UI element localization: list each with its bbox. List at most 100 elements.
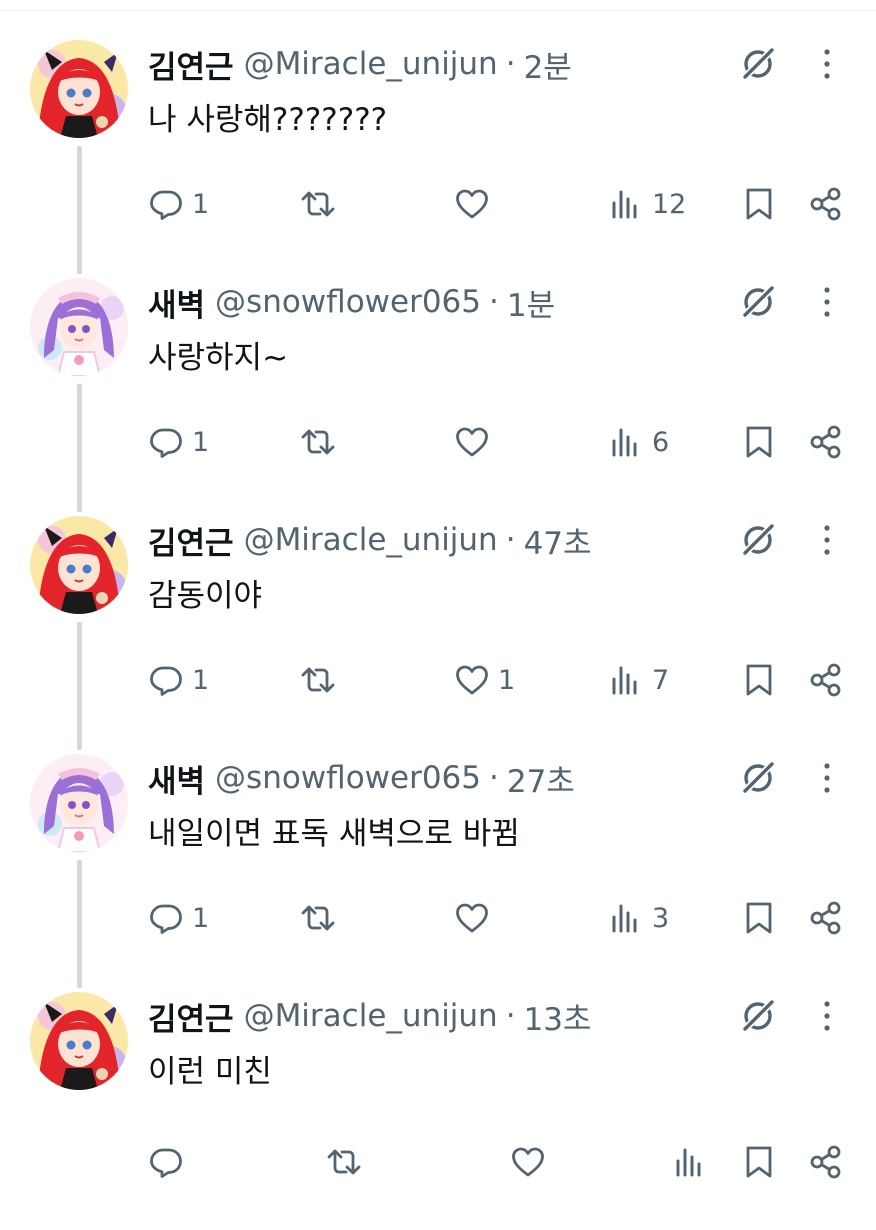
tweet-actions: 1 1 7 xyxy=(0,658,876,702)
grok-icon[interactable] xyxy=(738,996,778,1036)
like-button[interactable] xyxy=(454,420,498,464)
more-icon[interactable] xyxy=(814,998,840,1034)
timestamp[interactable]: 27초 xyxy=(507,756,575,801)
share-button[interactable] xyxy=(808,182,844,226)
tweet[interactable]: 김연근 @Miracle_unijun · 47초 감동이야 1 1 7 xyxy=(0,516,876,754)
author-name[interactable]: 새벽 xyxy=(148,280,205,325)
views-count: 12 xyxy=(652,188,687,220)
tweet-actions xyxy=(0,1140,876,1184)
timestamp[interactable]: 47초 xyxy=(524,518,592,563)
reply-count: 1 xyxy=(192,664,210,696)
retweet-button[interactable] xyxy=(300,182,344,226)
author-name[interactable]: 김연근 xyxy=(148,994,234,1039)
avatar-red-hair[interactable] xyxy=(30,40,128,138)
retweet-button[interactable] xyxy=(300,658,344,702)
tweet[interactable]: 김연근 @Miracle_unijun · 2분 나 사랑해??????? 1 … xyxy=(0,40,876,278)
more-icon[interactable] xyxy=(814,284,840,320)
heart-icon xyxy=(510,1144,546,1180)
retweet-button[interactable] xyxy=(300,420,344,464)
more-icon[interactable] xyxy=(814,760,840,796)
separator: · xyxy=(505,522,516,558)
tweet-text: 나 사랑해??????? xyxy=(148,102,388,138)
like-button[interactable] xyxy=(510,1140,554,1184)
bookmark-icon xyxy=(741,424,777,460)
retweet-button[interactable] xyxy=(300,896,344,940)
tweet[interactable]: 김연근 @Miracle_unijun · 13초 이런 미친 xyxy=(0,992,876,1230)
grok-icon[interactable] xyxy=(738,758,778,798)
bookmark-icon xyxy=(741,186,777,222)
reply-icon xyxy=(148,424,184,460)
views-button[interactable]: 12 xyxy=(608,182,686,226)
share-button[interactable] xyxy=(808,896,844,940)
bookmark-button[interactable] xyxy=(741,658,777,702)
bookmark-button[interactable] xyxy=(741,1140,777,1184)
separator: · xyxy=(489,284,499,320)
timestamp[interactable]: 1분 xyxy=(507,280,555,325)
tweet-header: 김연근 @Miracle_unijun · 47초 xyxy=(148,518,592,562)
more-icon[interactable] xyxy=(814,522,840,558)
tweet-text: 이런 미친 xyxy=(148,1054,272,1090)
separator: · xyxy=(505,46,516,82)
separator: · xyxy=(489,760,499,796)
grok-icon[interactable] xyxy=(738,282,778,322)
avatar-red-hair[interactable] xyxy=(30,992,128,1090)
views-icon xyxy=(608,186,644,222)
views-button[interactable]: 6 xyxy=(608,420,669,464)
share-button[interactable] xyxy=(808,1140,844,1184)
share-icon xyxy=(808,186,844,222)
author-name[interactable]: 김연근 xyxy=(148,42,234,87)
tweet-header: 김연근 @Miracle_unijun · 13초 xyxy=(148,994,592,1038)
views-icon xyxy=(608,662,644,698)
like-button[interactable] xyxy=(454,182,498,226)
avatar-red-hair[interactable] xyxy=(30,516,128,614)
author-handle[interactable]: @Miracle_unijun xyxy=(244,998,498,1034)
share-button[interactable] xyxy=(808,658,844,702)
reply-button[interactable]: 1 xyxy=(148,658,209,702)
retweet-icon xyxy=(300,900,336,936)
views-count: 6 xyxy=(652,426,670,458)
views-button[interactable]: 3 xyxy=(608,896,669,940)
retweet-icon xyxy=(300,662,336,698)
tweet[interactable]: 새벽 @snowflower065 · 27초 내일이면 표독 새벽으로 바뀜 xyxy=(0,754,876,992)
author-name[interactable]: 김연근 xyxy=(148,518,234,563)
reply-icon xyxy=(148,662,184,698)
tweet-actions: 1 xyxy=(0,896,876,940)
bookmark-button[interactable] xyxy=(741,182,777,226)
bookmark-button[interactable] xyxy=(741,420,777,464)
heart-icon xyxy=(454,186,490,222)
like-count: 1 xyxy=(498,664,516,696)
author-handle[interactable]: @snowflower065 xyxy=(215,760,481,796)
reply-button[interactable] xyxy=(148,1140,192,1184)
reply-button[interactable]: 1 xyxy=(148,182,209,226)
grok-icon[interactable] xyxy=(738,520,778,560)
reply-icon xyxy=(148,1144,184,1180)
author-handle[interactable]: @snowflower065 xyxy=(215,284,481,320)
reply-button[interactable]: 1 xyxy=(148,420,209,464)
retweet-icon xyxy=(326,1144,362,1180)
views-button[interactable] xyxy=(672,1140,716,1184)
share-button[interactable] xyxy=(808,420,844,464)
author-handle[interactable]: @Miracle_unijun xyxy=(244,46,498,82)
bookmark-button[interactable] xyxy=(741,896,777,940)
reply-button[interactable]: 1 xyxy=(148,896,209,940)
grok-icon[interactable] xyxy=(738,44,778,84)
bookmark-icon xyxy=(741,662,777,698)
like-button[interactable]: 1 xyxy=(454,658,515,702)
author-handle[interactable]: @Miracle_unijun xyxy=(244,522,498,558)
author-name[interactable]: 새벽 xyxy=(148,756,205,801)
avatar-purple-hair[interactable] xyxy=(30,754,128,852)
views-button[interactable]: 7 xyxy=(608,658,669,702)
retweet-button[interactable] xyxy=(326,1140,370,1184)
tweet[interactable]: 새벽 @snowflower065 · 1분 사랑하지~ 1 6 xyxy=(0,278,876,516)
retweet-icon xyxy=(300,424,336,460)
timestamp[interactable]: 13초 xyxy=(524,994,592,1039)
heart-icon xyxy=(454,424,490,460)
timestamp[interactable]: 2분 xyxy=(524,42,572,87)
avatar-purple-hair[interactable] xyxy=(30,278,128,376)
share-icon xyxy=(808,1144,844,1180)
tweet-header: 새벽 @snowflower065 · 1분 xyxy=(148,280,555,324)
reply-count: 1 xyxy=(192,902,210,934)
views-icon xyxy=(608,424,644,460)
like-button[interactable] xyxy=(454,896,498,940)
more-icon[interactable] xyxy=(814,46,840,82)
